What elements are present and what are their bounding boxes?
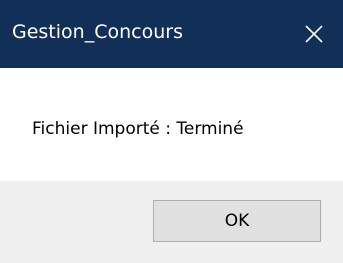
message-dialog: Gestion_Concours Fichier Importé : Termi… — [0, 0, 343, 263]
button-area: OK — [0, 181, 343, 263]
message-area: Fichier Importé : Terminé — [0, 68, 343, 181]
close-icon — [304, 24, 324, 44]
ok-button[interactable]: OK — [153, 200, 321, 242]
close-button[interactable] — [285, 0, 343, 68]
dialog-title: Gestion_Concours — [12, 21, 183, 43]
message-text: Fichier Importé : Terminé — [32, 119, 244, 139]
title-bar: Gestion_Concours — [0, 0, 343, 68]
